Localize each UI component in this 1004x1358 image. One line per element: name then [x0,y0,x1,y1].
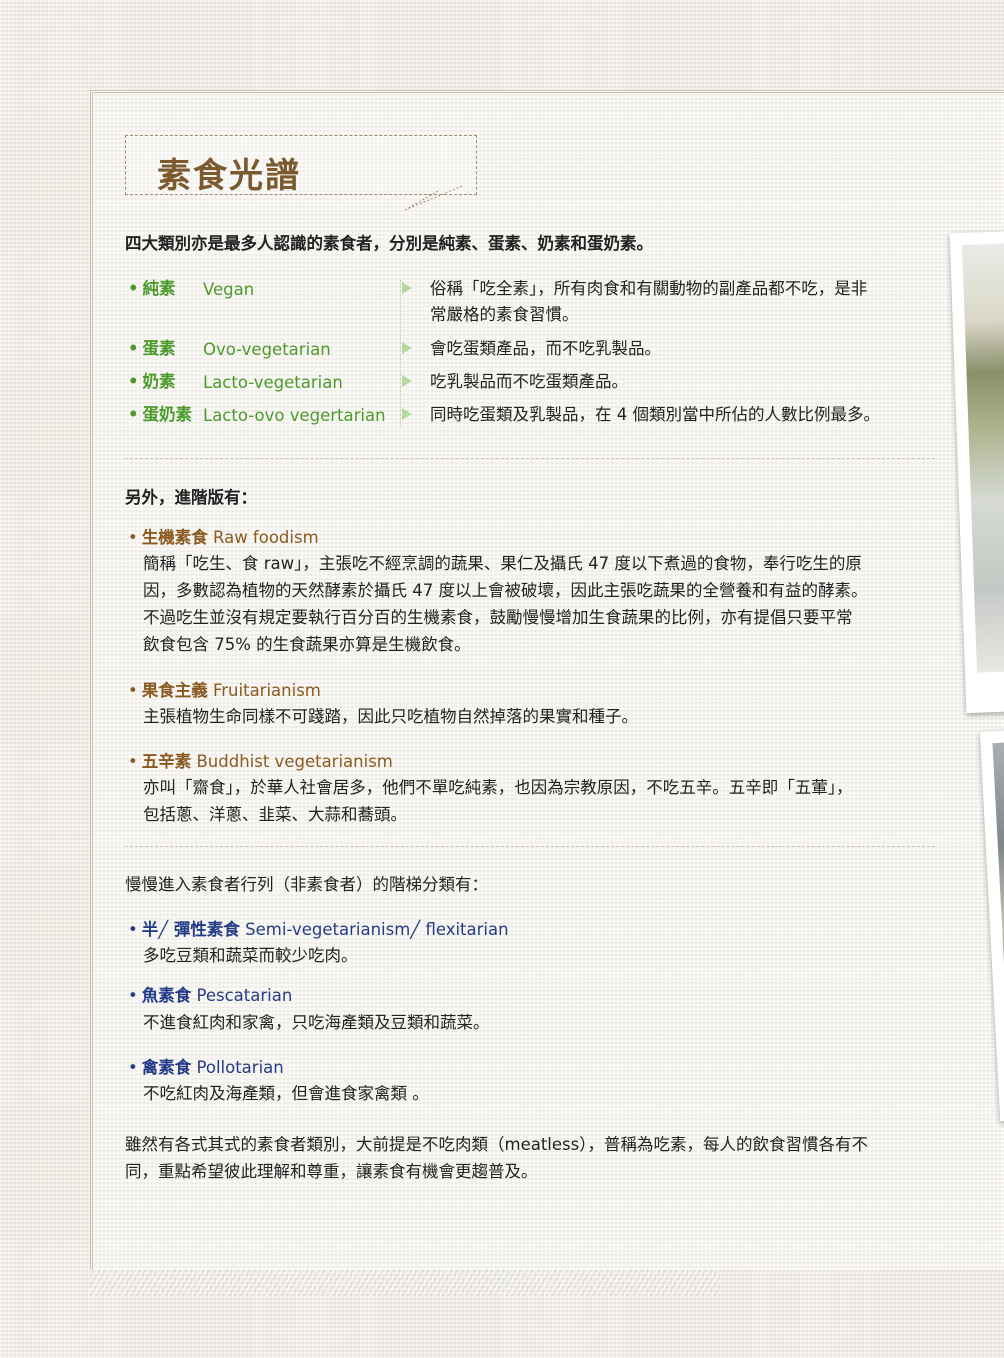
gradual-item-line: 不進食紅肉和家禽，只吃海產類及豆類和蔬菜。 [143,1013,490,1032]
conclusion-line: 同，重點希望彼此理解和尊重，讓素食有機會更趨普及。 [125,1162,538,1181]
arrow-icon [402,375,412,387]
category-desc: 常嚴格的素食習慣。 [430,305,579,324]
section-heading: 慢慢進入素食者行列（非素食者）的階梯分類有： [125,875,488,894]
category-desc: 會吃蛋類產品，而不吃乳製品。 [430,339,661,358]
gradual-item-line: 多吃豆類和蔬菜而較少吃肉。 [143,946,358,965]
advanced-item-line: 飲食包含 75% 的生食蔬果亦算是生機飲食。 [143,635,471,654]
category-zh: 純素 [128,275,176,302]
gradual-item-line: 不吃紅肉及海產類，但會進食家禽類 。 [143,1084,429,1103]
category-en: Lacto-vegetarian [203,373,343,392]
category-en: Lacto-ovo vegertarian [203,406,386,425]
decorative-stripe [90,1270,720,1296]
divider [400,280,401,426]
advanced-item-title: 果食主義 Fruitarianism [128,677,321,704]
gradual-item-title: 禽素食 Pollotarian [128,1054,284,1081]
advanced-item-line: 因，多數認為植物的天然酵素於攝氏 47 度以上會被破壞，因此主張吃蔬果的全營養和… [143,581,868,600]
speech-tail-icon [404,185,463,211]
page-title: 素食光譜 [157,156,301,196]
section-heading: 另外，進階版有： [125,488,257,507]
advanced-item-title: 五辛素 Buddhist vegetarianism [128,748,393,775]
intro-text: 四大類別亦是最多人認識的素食者，分別是純素、蛋素、奶素和蛋奶素。 [125,234,653,253]
category-zh: 蛋素 [128,335,176,362]
category-zh: 蛋奶素 [128,401,193,428]
advanced-item-line: 主張植物生命同樣不可踐踏，因此只吃植物自然掉落的果實和種子。 [143,707,638,726]
category-desc: 同時吃蛋類及乳製品，在 4 個類別當中所佔的人數比例最多。 [430,405,880,424]
category-zh: 奶素 [128,368,176,395]
category-desc: 俗稱「吃全素」，所有肉食和有關動物的副產品都不吃，是非 [430,279,868,298]
advanced-item-line: 亦叫「齋食」，於華人社會居多，他們不單吃純素，也因為宗教原因，不吃五辛。五辛即「… [143,778,853,797]
conclusion-line: 雖然有各式其式的素食者類別，大前提是不吃肉類（meatless），普稱為吃素，每… [125,1135,868,1154]
advanced-item-title: 生機素食 Raw foodism [128,524,319,551]
arrow-icon [402,342,412,354]
arrow-icon [402,282,412,294]
category-desc: 吃乳製品而不吃蛋類產品。 [430,372,628,391]
category-en: Ovo-vegetarian [203,340,331,359]
advanced-item-line: 包括蔥、洋蔥、韭菜、大蒜和蕎頭。 [143,805,407,824]
arrow-icon [402,408,412,420]
gradual-item-title: 半╱ 彈性素食 Semi-vegetarianism╱ flexitarian [128,916,509,943]
divider [125,846,935,847]
photo-image [962,243,1004,673]
gradual-item-title: 魚素食 Pescatarian [128,982,293,1009]
divider [125,458,935,459]
advanced-item-line: 不過吃生並沒有規定要執行百分百的生機素食，鼓勵慢慢增加生食蔬果的比例，亦有提倡只… [143,608,853,627]
advanced-item-line: 簡稱「吃生、食 raw」，主張吃不經烹調的蔬果、果仁及攝氏 47 度以下煮過的食… [143,554,862,573]
category-en: Vegan [203,280,255,299]
